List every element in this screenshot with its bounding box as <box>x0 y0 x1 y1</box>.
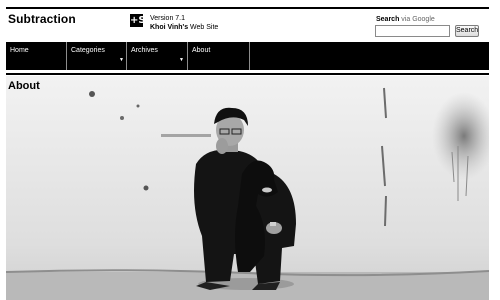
wall-mark <box>143 185 149 191</box>
person-hand <box>216 138 228 154</box>
site-byline: Khoi Vinh's Web Site <box>150 23 218 32</box>
about-hero-photo <box>6 76 489 300</box>
nav-item-categories-label: Categories <box>71 47 105 54</box>
nav-item-archives[interactable]: Archives ▼ <box>127 42 187 70</box>
byline-rest: Web Site <box>188 24 219 31</box>
chevron-down-icon: ▼ <box>179 57 184 63</box>
nav-separator <box>249 42 250 70</box>
wall-pipe <box>161 134 211 137</box>
watch-icon <box>270 222 276 226</box>
chevron-down-icon: ▼ <box>119 57 124 63</box>
site-title[interactable]: Subtraction <box>8 12 76 26</box>
header-bottom-rule <box>6 73 489 75</box>
nav-item-categories[interactable]: Categories ▼ <box>67 42 126 70</box>
search-label: Search via Google <box>376 15 435 24</box>
search-button[interactable]: Search <box>455 25 479 37</box>
page-title: About <box>8 80 40 92</box>
nav-item-home[interactable]: Home <box>6 42 66 70</box>
search-label-provider: via Google <box>399 16 435 23</box>
dog-teeth <box>262 187 272 193</box>
nav-item-home-label: Home <box>10 47 29 54</box>
main-navigation: Home Categories ▼ Archives ▼ About <box>6 42 489 70</box>
byline-owner: Khoi Vinh's <box>150 24 189 31</box>
nav-item-archives-label: Archives <box>131 47 158 54</box>
wall-mark <box>136 104 140 108</box>
search-input[interactable] <box>375 25 450 37</box>
nav-item-about[interactable]: About <box>188 42 248 70</box>
nav-item-about-label: About <box>192 47 211 54</box>
site-version: Version 7.1 <box>150 15 186 22</box>
search-label-strong: Search <box>376 16 400 23</box>
wall-mark <box>120 116 124 120</box>
header-top-rule <box>6 7 489 9</box>
wall-mark <box>89 91 95 97</box>
page: Subtraction +S Version 7.1 Khoi Vinh's W… <box>0 0 500 300</box>
hero-photo-illustration <box>6 76 489 300</box>
subtraction-logo-icon[interactable]: +S <box>130 14 146 27</box>
